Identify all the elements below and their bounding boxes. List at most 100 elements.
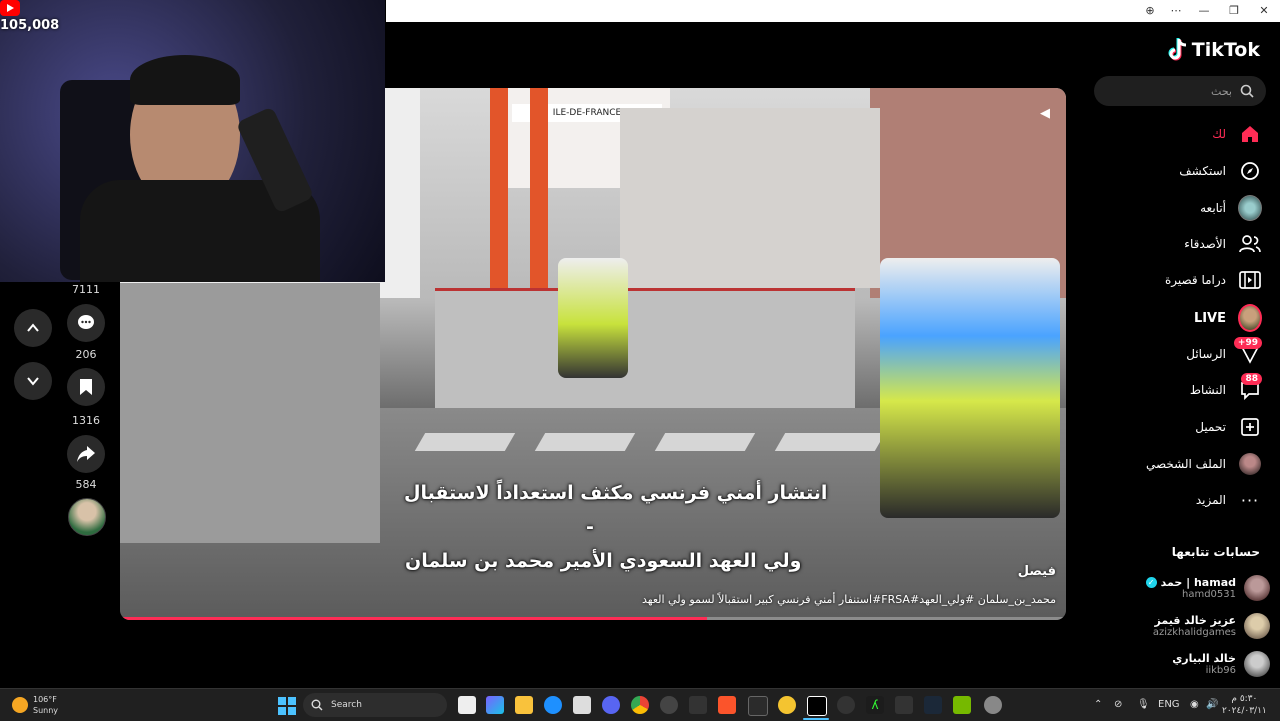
weather-sun-icon[interactable] [12,697,28,713]
following-account[interactable]: عزيز خالد قيمز azizkhalidgames [1153,613,1270,639]
nav-label: تحميل [1195,420,1226,434]
discord-icon[interactable] [602,696,620,714]
following-avatar-icon [1238,195,1262,221]
volume-icon[interactable]: ◀ [1040,106,1052,121]
chrome-icon[interactable] [631,696,649,714]
webcam-overlay: 105,008 [0,0,385,282]
app-icon[interactable] [689,696,707,714]
video-author[interactable]: فيصل [1018,564,1056,579]
nav-item-more[interactable]: المزيد ··· [1196,485,1262,515]
nvidia-icon[interactable]: ʎ [866,696,884,714]
nav-label: LIVE [1193,310,1226,326]
share-icon [77,446,95,462]
nav-label: الملف الشخصي [1146,457,1226,471]
more-icon: ··· [1240,490,1260,510]
app-icon[interactable] [895,696,913,714]
search-placeholder: بحث [1211,84,1232,98]
edge-icon[interactable] [544,696,562,714]
task-view-icon[interactable] [458,696,476,714]
search-icon [311,699,323,711]
account-name: عزيز خالد قيمز [1154,614,1236,627]
verified-icon: ✓ [1145,577,1157,588]
network-off-icon[interactable]: ⊘ [1114,689,1122,721]
nav-label: الرسائل [1186,347,1226,361]
nav-item-explore[interactable]: استكشف [1179,156,1262,186]
tiktok-taskbar-icon[interactable] [807,696,827,716]
youtube-icon [0,0,20,16]
nav-item-following[interactable]: أتابعه [1200,193,1262,223]
nav-item-short-drama[interactable]: دراما قصيرة [1165,265,1262,295]
nav-label: استكشف [1179,164,1226,178]
chevron-down-icon [27,377,39,386]
nav-label: الأصدقاء [1184,237,1226,251]
obs-icon[interactable] [660,696,678,714]
subtitle-line-1: انتشار أمني فرنسي مكثف استعداداً لاستقبا… [404,482,828,504]
brave-icon[interactable] [718,696,736,714]
taskbar-search[interactable]: Search [303,693,447,717]
comments-count: 206 [75,348,97,361]
messages-badge: +99 [1233,337,1262,349]
nav-label: أتابعه [1200,201,1226,215]
nav-item-messages[interactable]: الرسائل +99 [1186,337,1262,369]
following-account[interactable]: ✓ حمد | hamad hamd0531 [1145,575,1270,601]
minimize-button[interactable]: — [1192,2,1216,20]
profile-avatar-icon [1238,452,1262,476]
nav-item-activity[interactable]: النشاط 88 [1189,373,1262,405]
nav-item-profile[interactable]: الملف الشخصي [1146,449,1262,479]
store-icon[interactable] [573,696,591,714]
account-name: خالد البياري [1172,652,1236,665]
language-indicator[interactable]: ENG [1158,689,1180,721]
steam-icon[interactable] [924,696,942,714]
nav-item-live[interactable]: LIVE [1194,303,1262,333]
taskbar-search-label: Search [331,700,362,710]
taskbar: 106°F Sunny Search ʎ ⌃ ⊘ 🎙 ENG ◉ 🔊 ٥:٣٠ … [0,688,1280,721]
volume-icon[interactable]: 🔊 [1206,689,1218,721]
subtitle-line-2: ولي العهد السعودي الأمير محمد بن سلمان [405,550,802,572]
account-avatar [1244,613,1270,639]
share-button[interactable] [67,435,105,473]
account-handle: azizkhalidgames [1152,627,1236,638]
clock[interactable]: ٥:٣٠ م ٢٠٢٤/٠٣/١١ [1222,693,1267,717]
subtitle-dash: - [586,516,594,538]
app-icon[interactable] [837,696,855,714]
nav-label: النشاط [1189,383,1226,397]
file-explorer-icon[interactable] [515,696,533,714]
windows-start-icon[interactable] [278,697,296,715]
live-avatar-icon [1238,304,1262,332]
scroll-down-button[interactable] [14,362,52,400]
activity-badge: 88 [1241,373,1262,385]
copilot-icon[interactable] [486,696,504,714]
comment-button[interactable] [67,304,105,342]
zoom-icon[interactable]: ⊕ [1138,2,1162,20]
app-icon[interactable] [778,696,796,714]
more-options-icon[interactable]: ⋯ [1164,2,1188,20]
progress-bar[interactable] [120,617,1066,620]
settings-icon[interactable] [984,696,1002,714]
nav-item-upload[interactable]: تحميل [1195,412,1262,442]
following-account[interactable]: خالد البياري iikb96 [1172,651,1270,677]
likes-count: 7111 [72,283,100,296]
geforce-icon[interactable] [953,696,971,714]
nav-item-friends[interactable]: الأصدقاء [1184,229,1262,259]
film-icon [1238,268,1262,292]
nav-item-for-you[interactable]: لك [1212,119,1262,149]
weather-desc: Sunny [33,706,59,715]
tiktok-logo[interactable]: TikTok [1168,38,1260,62]
weather-widget[interactable]: 106°F Sunny [33,694,58,716]
scroll-up-button[interactable] [14,309,52,347]
search-input[interactable]: بحث [1094,76,1266,106]
maximize-button[interactable]: ❐ [1222,2,1246,20]
account-avatar [1244,575,1270,601]
progress-fill [120,617,707,620]
creator-avatar[interactable] [68,498,106,536]
capture-icon[interactable] [748,696,768,716]
microphone-icon[interactable]: 🎙 [1137,689,1150,721]
clock-time: ٥:٣٠ م [1231,694,1258,704]
save-button[interactable] [67,368,105,406]
wifi-icon[interactable]: ◉ [1190,689,1199,721]
account-handle: hamd0531 [1181,589,1236,600]
tray-chevron-icon[interactable]: ⌃ [1094,689,1102,721]
tiktok-note-icon [1168,38,1186,61]
bookmark-icon [80,379,92,395]
close-button[interactable]: ✕ [1252,2,1276,20]
